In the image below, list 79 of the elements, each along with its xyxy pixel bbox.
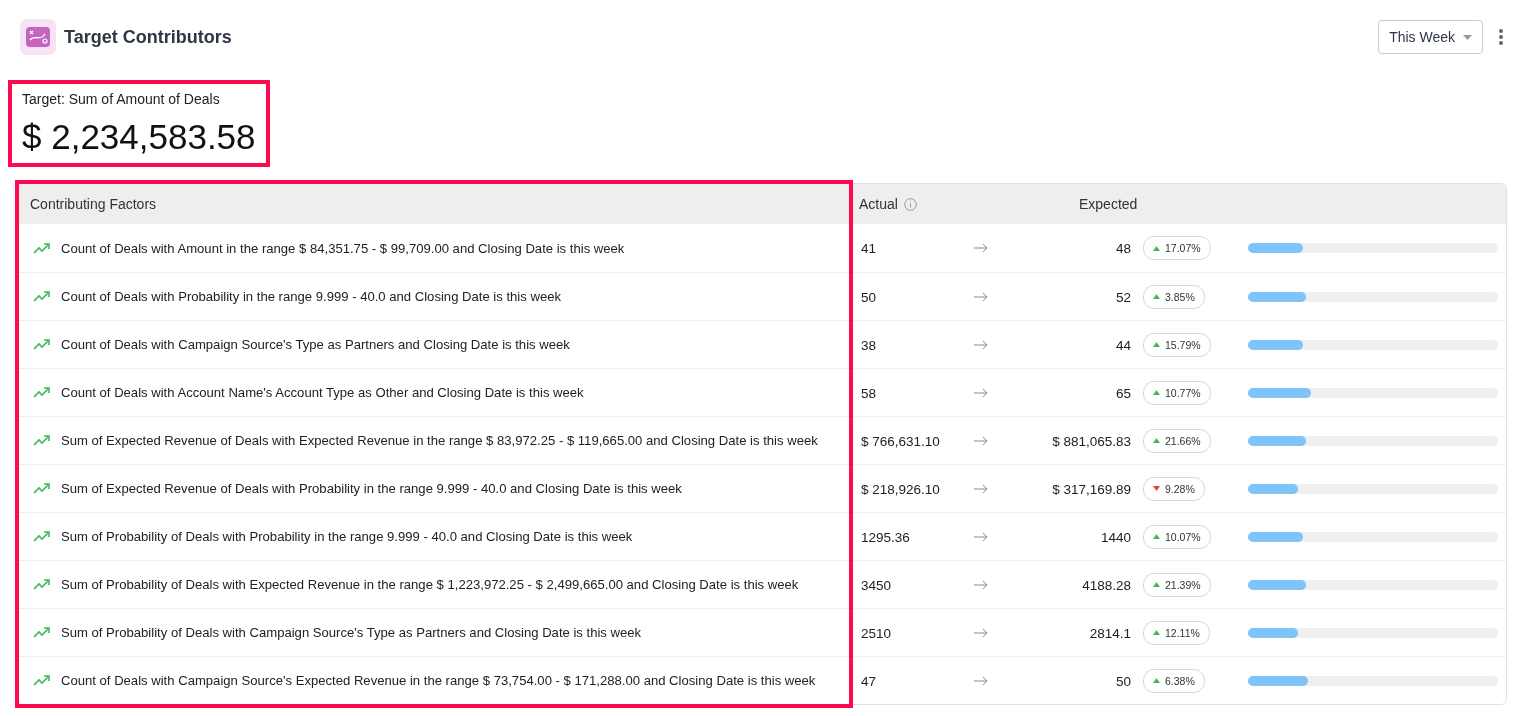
change-badge: 3.85% [1143, 284, 1205, 309]
factor-text: Count of Deals with Probability in the range 9.999 - 40.0 and Closing Date is this week [61, 289, 562, 304]
up-triangle-icon [1153, 390, 1160, 395]
trend-up-icon [33, 483, 51, 494]
expected-value: $ 881,065.83 [1052, 433, 1131, 449]
arrow-icon [974, 339, 988, 350]
arrow-icon [974, 675, 988, 686]
expected-value: 1440 [1100, 529, 1131, 545]
change-badge: 15.79% [1143, 332, 1211, 357]
column-header: Actual [859, 196, 898, 212]
arrow-icon [974, 435, 988, 446]
trend-up-icon [33, 531, 51, 542]
up-triangle-icon [1153, 438, 1160, 443]
app-icon [20, 19, 56, 55]
actual-value: 41 [861, 241, 877, 256]
trend-up-icon [33, 627, 51, 638]
change-badge: 21.66% [1143, 428, 1211, 453]
expected-value: 50 [1115, 673, 1131, 689]
target-label: Target: Sum of Amount of Deals [22, 91, 221, 107]
change-badge: 12.11% [1143, 620, 1210, 645]
change-badge: 21.39% [1143, 572, 1211, 597]
expected-value: 52 [1115, 289, 1131, 305]
up-triangle-icon [1153, 245, 1160, 251]
up-triangle-icon [1153, 294, 1160, 299]
factor-text: Sum of Expected Revenue of Deals with Probability in the range 9.999 - 40.0 and Closing Date is this week [61, 481, 682, 496]
actual-value: 2510 [861, 625, 892, 641]
arrow-icon [974, 579, 988, 590]
arrow-icon [974, 627, 988, 638]
factor-text: Sum of Probability of Deals with Expected Revenue in the range $ 1,223,972.25 - $ 2,499,665.00 and Closing Date is this week [61, 577, 799, 592]
up-triangle-icon [1153, 582, 1160, 587]
arrow-icon [974, 291, 988, 302]
trend-up-icon [33, 387, 51, 398]
caret-icon [1463, 34, 1472, 40]
expected-value: 2814.1 [1089, 625, 1131, 641]
target-value: $ 2,234,583.58 [22, 117, 256, 157]
trend-up-icon [33, 339, 51, 350]
up-triangle-icon [1153, 342, 1160, 347]
trend-up-icon [33, 675, 51, 686]
change-badge: 10.07% [1143, 524, 1211, 549]
column-header: Expected [1079, 196, 1138, 212]
period-dropdown[interactable]: This Week [1378, 20, 1483, 54]
column-header: Contributing Factors [29, 196, 157, 212]
expected-value: 48 [1115, 241, 1131, 256]
factor-text: Count of Deals with Campaign Source's Type as Partners and Closing Date is this week [61, 337, 570, 352]
actual-value: 50 [861, 289, 877, 305]
arrow-icon [974, 483, 988, 494]
factor-text: Sum of Probability of Deals with Probability in the range 9.999 - 40.0 and Closing Date is this week [61, 529, 633, 544]
factor-text: Count of Deals with Account Name's Account Type as Other and Closing Date is this week [61, 385, 584, 400]
trend-up-icon [33, 579, 51, 590]
actual-value: 38 [861, 337, 877, 353]
arrow-icon [974, 531, 988, 542]
change-badge: 17.07% [1143, 236, 1211, 260]
change-badge: 6.38% [1143, 668, 1205, 693]
actual-value: $ 218,926.10 [861, 481, 940, 497]
up-triangle-icon [1153, 678, 1160, 683]
expected-value: 44 [1115, 337, 1131, 353]
arrow-icon [974, 243, 988, 253]
down-triangle-icon [1153, 486, 1160, 491]
trend-up-icon [33, 242, 51, 254]
factor-text: Sum of Expected Revenue of Deals with Expected Revenue in the range $ 83,972.25 - $ 119,665.00 and Closing Date is this week [61, 433, 818, 448]
change-badge: 10.77% [1143, 380, 1211, 405]
actual-value: 58 [861, 385, 877, 401]
up-triangle-icon [1153, 534, 1160, 539]
actual-value: 1295.36 [861, 529, 910, 545]
trend-up-icon [33, 435, 51, 446]
widget-title: Target Contributors [64, 26, 233, 48]
factor-text: Sum of Probability of Deals with Campaign Source's Type as Partners and Closing Date is this week [61, 625, 642, 640]
expected-value: 65 [1115, 385, 1131, 401]
actual-value: $ 766,631.10 [861, 433, 940, 449]
trend-up-icon [33, 291, 51, 302]
up-triangle-icon [1153, 630, 1160, 635]
factor-text: Count of Deals with Campaign Source's Expected Revenue in the range $ 73,754.00 - $ 171,288.00 and Closing Date is this week [61, 673, 816, 688]
expected-value: 4188.28 [1082, 577, 1131, 593]
arrow-icon [974, 387, 988, 398]
actual-value: 47 [861, 673, 877, 689]
factor-text: Count of Deals with Amount in the range $ 84,351.75 - $ 99,709.00 and Closing Date is this week [61, 240, 625, 256]
change-badge: 9.28% [1143, 476, 1205, 501]
expected-value: $ 317,169.89 [1052, 481, 1131, 497]
actual-value: 3450 [861, 577, 892, 593]
